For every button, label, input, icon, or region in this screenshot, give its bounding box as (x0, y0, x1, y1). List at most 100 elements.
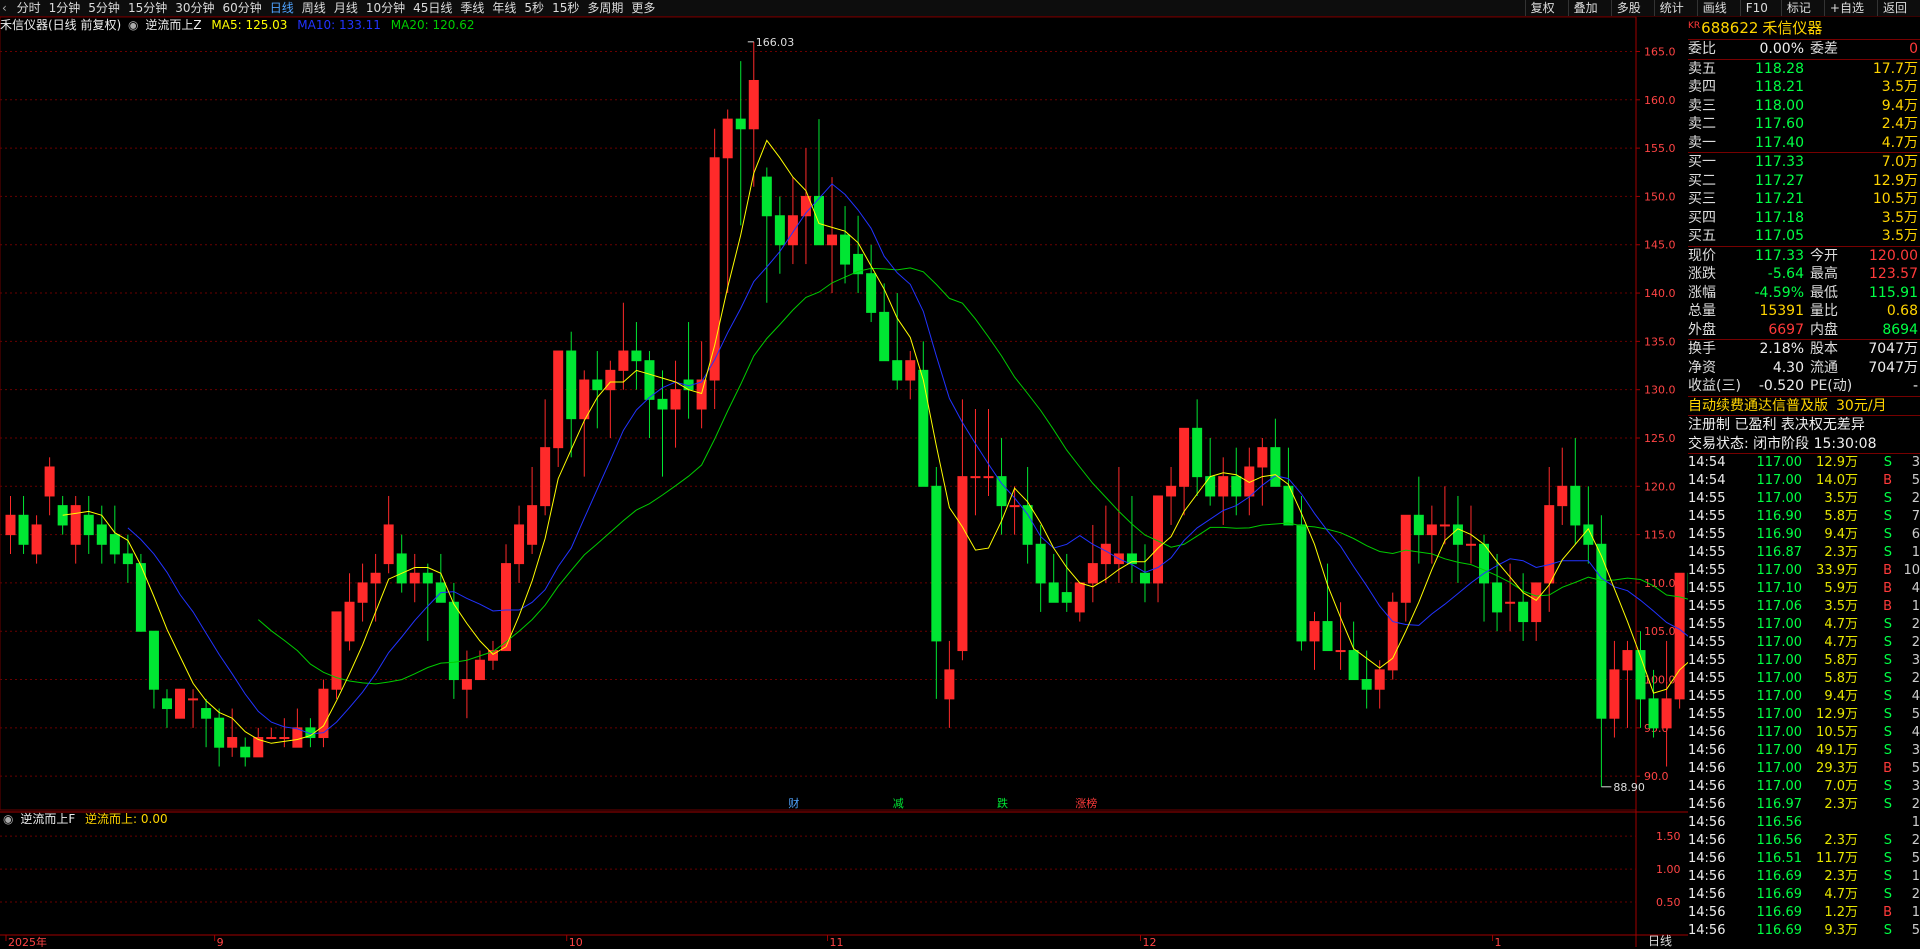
promo-text[interactable]: 自动续费通达信普及版 (1688, 397, 1828, 415)
candle[interactable] (1283, 447, 1294, 526)
candle[interactable] (1205, 437, 1216, 506)
candle[interactable] (175, 688, 186, 719)
candle[interactable] (1479, 534, 1490, 622)
candle[interactable] (383, 495, 394, 574)
candle[interactable] (1452, 495, 1463, 583)
candle[interactable] (1361, 650, 1372, 709)
candle[interactable] (1570, 437, 1581, 545)
candle[interactable] (931, 466, 942, 699)
candle[interactable] (1400, 514, 1411, 622)
candle[interactable] (683, 322, 694, 419)
candle[interactable] (1192, 399, 1203, 496)
toolbar-button-4[interactable]: 画线 (1696, 0, 1732, 16)
candle[interactable] (1609, 640, 1620, 738)
candle[interactable] (1100, 505, 1111, 583)
candle[interactable] (1218, 457, 1229, 525)
event-tag-label[interactable]: 减 (893, 797, 904, 810)
candle[interactable] (800, 148, 811, 265)
candle[interactable] (227, 708, 238, 757)
kline-chart[interactable]: 165.0 160.0 155.0 150.0 145.0 140.0 135.0 130.0… (0, 0, 1688, 947)
candle[interactable] (161, 689, 172, 728)
bid-level-1[interactable]: 买二 117.27 12.9万 (1688, 172, 1920, 191)
candle[interactable] (722, 109, 733, 294)
event-tag[interactable]: 涨榜 (1075, 796, 1097, 810)
candle[interactable] (240, 737, 251, 767)
candle[interactable] (840, 206, 851, 284)
candle[interactable] (1296, 495, 1307, 651)
bid-level-4[interactable]: 买五 117.05 3.5万 (1688, 227, 1920, 246)
candle[interactable] (866, 244, 877, 323)
candle[interactable] (201, 698, 212, 748)
event-tag[interactable]: 跌 (997, 796, 1008, 810)
candle[interactable] (553, 350, 564, 467)
candle[interactable] (1126, 495, 1137, 583)
candle[interactable] (409, 553, 420, 603)
candle[interactable] (31, 515, 42, 564)
candle[interactable] (501, 544, 512, 652)
candle[interactable] (1335, 602, 1346, 670)
candle[interactable] (487, 640, 498, 670)
candle[interactable] (1531, 582, 1542, 641)
candle[interactable] (1009, 486, 1020, 535)
candle[interactable] (1113, 466, 1124, 583)
candle[interactable] (1139, 544, 1150, 603)
candle[interactable] (5, 495, 16, 554)
candle[interactable] (148, 630, 159, 709)
candle[interactable] (344, 573, 355, 651)
candle[interactable] (605, 360, 616, 438)
candle[interactable] (1622, 640, 1633, 728)
bid-level-0[interactable]: 买一 117.33 7.0万 (1688, 153, 1920, 172)
toolbar-button-7[interactable]: +自选 (1823, 0, 1869, 16)
event-tag[interactable]: 财 (788, 796, 799, 810)
candle[interactable] (944, 640, 955, 728)
candle[interactable] (331, 611, 342, 699)
candle[interactable] (696, 341, 707, 429)
event-tag-label[interactable]: 跌 (997, 796, 1008, 810)
promo-price[interactable]: 30元/月 (1836, 397, 1887, 415)
candle[interactable] (266, 727, 277, 740)
candle[interactable] (631, 322, 642, 390)
promo-row[interactable]: 自动续费通达信普及版 30元/月 (1688, 395, 1920, 416)
candle[interactable] (396, 534, 407, 593)
candle[interactable] (1309, 611, 1320, 670)
ask-level-0[interactable]: 卖五 118.28 17.7万 (1688, 60, 1920, 79)
ask-level-4[interactable]: 卖一 117.40 4.7万 (1688, 134, 1920, 153)
candle[interactable] (83, 495, 94, 554)
candle[interactable] (774, 196, 785, 274)
event-tag[interactable]: 减 (893, 797, 904, 810)
candle[interactable] (592, 351, 603, 429)
candle[interactable] (448, 582, 459, 699)
candle[interactable] (813, 119, 824, 246)
bottom-period-tab[interactable]: 日线 (1648, 932, 1672, 949)
event-tag-label[interactable]: 涨榜 (1075, 796, 1097, 810)
candle[interactable] (1035, 524, 1046, 612)
toolbar-button-6[interactable]: 标记 (1780, 0, 1816, 16)
candle[interactable] (566, 331, 577, 458)
candle[interactable] (214, 708, 225, 767)
candle[interactable] (970, 409, 981, 516)
candle[interactable] (579, 370, 590, 477)
candle[interactable] (918, 341, 929, 487)
candle[interactable] (1583, 486, 1594, 564)
candle[interactable] (1387, 592, 1398, 680)
candle[interactable] (1074, 582, 1085, 622)
candle[interactable] (188, 689, 199, 728)
candle[interactable] (1257, 437, 1268, 506)
candle[interactable] (253, 727, 264, 758)
candle[interactable] (44, 457, 55, 516)
candle[interactable] (1166, 466, 1177, 525)
bid-level-3[interactable]: 买四 117.18 3.5万 (1688, 209, 1920, 228)
candle[interactable] (761, 167, 772, 303)
candle[interactable] (435, 553, 446, 603)
toolbar-button-8[interactable]: 返回 (1876, 0, 1912, 16)
candle[interactable] (318, 679, 329, 748)
candle[interactable] (853, 215, 864, 294)
candle[interactable] (1557, 447, 1568, 525)
candle[interactable] (709, 128, 720, 410)
candle[interactable] (983, 409, 994, 496)
bid-level-2[interactable]: 买三 117.21 10.5万 (1688, 190, 1920, 209)
candle[interactable] (514, 505, 525, 583)
candle[interactable] (1048, 553, 1059, 603)
candle[interactable] (1179, 427, 1190, 516)
candle[interactable] (1413, 476, 1424, 564)
